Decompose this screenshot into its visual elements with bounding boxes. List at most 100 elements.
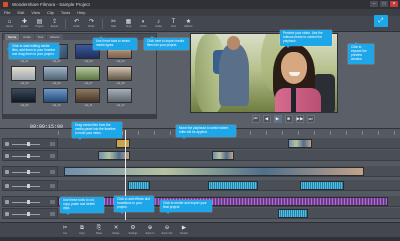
menu-file[interactable]: File — [4, 9, 10, 16]
callout-text: Click to expand the preview window. — [351, 45, 367, 61]
volume-knob[interactable] — [27, 212, 30, 216]
timeline-clip[interactable] — [64, 167, 364, 176]
timeline-clip[interactable] — [288, 139, 312, 148]
volume-knob[interactable] — [27, 200, 30, 204]
mute-button[interactable] — [50, 154, 55, 158]
mute-button[interactable] — [50, 184, 55, 188]
media-thumbnail[interactable]: clip_08 — [107, 66, 132, 85]
split-button[interactable]: ✂ Split — [107, 18, 120, 30]
volume-knob[interactable] — [27, 184, 30, 188]
mute-button[interactable] — [50, 212, 55, 216]
track-lane-video-2[interactable] — [58, 150, 400, 161]
redo-button[interactable]: ↷ Redo — [85, 18, 98, 30]
volume-knob[interactable] — [27, 142, 30, 146]
fast-forward-icon[interactable]: ▶▶ — [295, 114, 304, 123]
undo-button[interactable]: ↶ Undo — [70, 18, 83, 30]
track-header-video-2 — [2, 150, 58, 161]
timeline-clip[interactable] — [208, 181, 258, 190]
callout-text: Move the playhead to select where edits … — [179, 126, 229, 134]
color-button[interactable]: ◐ Color — [137, 18, 150, 30]
main-toolbar: ⌂ Home ✚ Import ▤ Project ⇪ Export ↶ Undo ↷ Re… — [0, 16, 400, 32]
text-button[interactable]: T Text — [167, 18, 180, 30]
volume-slider[interactable] — [12, 202, 40, 203]
preview-image-strap — [291, 86, 296, 112]
tab-effects[interactable]: Effects — [47, 34, 63, 40]
track-lane-music-1[interactable] — [58, 196, 400, 207]
timeline-clip[interactable] — [212, 151, 234, 160]
menu-clip[interactable]: Clip — [47, 9, 54, 16]
track-lane-video-1[interactable] — [58, 138, 400, 149]
skip-end-icon[interactable]: ⏭ — [306, 114, 315, 123]
video-track-icon — [5, 154, 9, 158]
media-thumbnail[interactable]: clip_05 — [11, 66, 36, 85]
volume-slider[interactable] — [12, 144, 40, 145]
crop-button[interactable]: ▦ Crop — [122, 18, 135, 30]
menu-view[interactable]: View — [31, 9, 40, 16]
project-button[interactable]: ▤ Project — [33, 18, 46, 30]
media-thumbnail[interactable]: clip_06 — [43, 66, 68, 85]
mute-button[interactable] — [50, 142, 55, 146]
media-thumbnail[interactable]: clip_10 — [43, 88, 68, 107]
volume-slider[interactable] — [12, 156, 40, 157]
expand-icon[interactable]: ⤢ — [374, 15, 388, 27]
menu-tools[interactable]: Tools — [61, 9, 70, 16]
mute-button[interactable] — [50, 200, 55, 204]
volume-slider[interactable] — [12, 186, 40, 187]
menu-edit[interactable]: Edit — [17, 9, 24, 16]
close-button[interactable]: × — [390, 1, 398, 7]
render-button[interactable]: ▶ Render — [176, 224, 192, 237]
maximize-button[interactable]: □ — [380, 1, 388, 7]
cut-button[interactable]: ✂ Cut — [57, 224, 73, 237]
media-thumbnail[interactable]: clip_11 — [75, 88, 100, 107]
scissors-icon: ✂ — [62, 224, 68, 231]
track-lane-audio-1[interactable] — [58, 180, 400, 191]
track-header-music-1 — [2, 196, 58, 207]
timeline-clip[interactable] — [116, 139, 130, 148]
app-window: Wondershare Filmora - Sample Project – □… — [0, 0, 400, 241]
media-thumbnail[interactable]: clip_12 — [107, 88, 132, 107]
step-back-icon[interactable]: ◀ — [262, 114, 271, 123]
zoom-in-button[interactable]: ⊕ Zoom In — [142, 224, 158, 237]
timeline-clip[interactable] — [300, 181, 344, 190]
timeline-clip[interactable] — [58, 197, 388, 206]
tutorial-callout: Click to expand the preview window. — [348, 42, 374, 64]
minimize-button[interactable]: – — [370, 1, 378, 7]
menu-help[interactable]: Help — [77, 9, 85, 16]
track-lane-video-3[interactable] — [58, 166, 400, 177]
timeline-clip[interactable] — [128, 181, 150, 190]
track-lane-title-1[interactable] — [58, 208, 400, 219]
export-button[interactable]: ⇪ Export — [48, 18, 61, 30]
volume-slider[interactable] — [12, 214, 40, 215]
media-thumbnail[interactable]: clip_07 — [75, 66, 100, 85]
settings-button[interactable]: ⚙ Settings — [125, 224, 141, 237]
callout-pointer — [78, 137, 82, 142]
mute-button[interactable] — [50, 170, 55, 174]
delete-button[interactable]: ✕ Delete — [108, 224, 124, 237]
tab-audio[interactable]: Audio — [20, 34, 34, 40]
edit-toolbar: ✂ Cut ⧉ Copy ⎘ Paste ✕ Delete ⚙ Settings ⊕ Zoo… — [0, 222, 400, 237]
paste-button[interactable]: ⎘ Paste — [91, 224, 107, 237]
tab-text[interactable]: Text — [34, 34, 47, 40]
audio-button[interactable]: ♪ Audio — [152, 18, 165, 30]
copy-button[interactable]: ⧉ Copy — [74, 224, 90, 237]
volume-knob[interactable] — [27, 170, 30, 174]
timeline-clip[interactable] — [278, 209, 308, 218]
effects-button[interactable]: ★ Effects — [182, 18, 195, 30]
callout-text: Click to render and export your final pr… — [163, 201, 207, 209]
play-icon[interactable]: ▶ — [273, 114, 282, 123]
volume-slider[interactable] — [12, 172, 40, 173]
tutorial-callout: Click here to import media files into yo… — [144, 36, 189, 50]
tab-media[interactable]: Media — [5, 34, 20, 40]
home-button[interactable]: ⌂ Home — [3, 18, 16, 30]
zoom-out-button[interactable]: ⊖ Zoom Out — [159, 224, 175, 237]
volume-knob[interactable] — [27, 154, 30, 158]
import-button[interactable]: ✚ Import — [18, 18, 31, 30]
skip-start-icon[interactable]: ⏮ — [251, 114, 260, 123]
track-header-video-3 — [2, 166, 58, 177]
media-thumbnail[interactable]: clip_09 — [11, 88, 36, 107]
tutorial-callout: Click to add effects and transitions to … — [114, 196, 154, 214]
zoom-in-icon: ⊕ — [147, 224, 153, 231]
callout-pointer — [150, 34, 154, 38]
stop-icon[interactable]: ■ — [284, 114, 293, 123]
callout-text: Click to add effects and transitions to … — [117, 197, 151, 209]
